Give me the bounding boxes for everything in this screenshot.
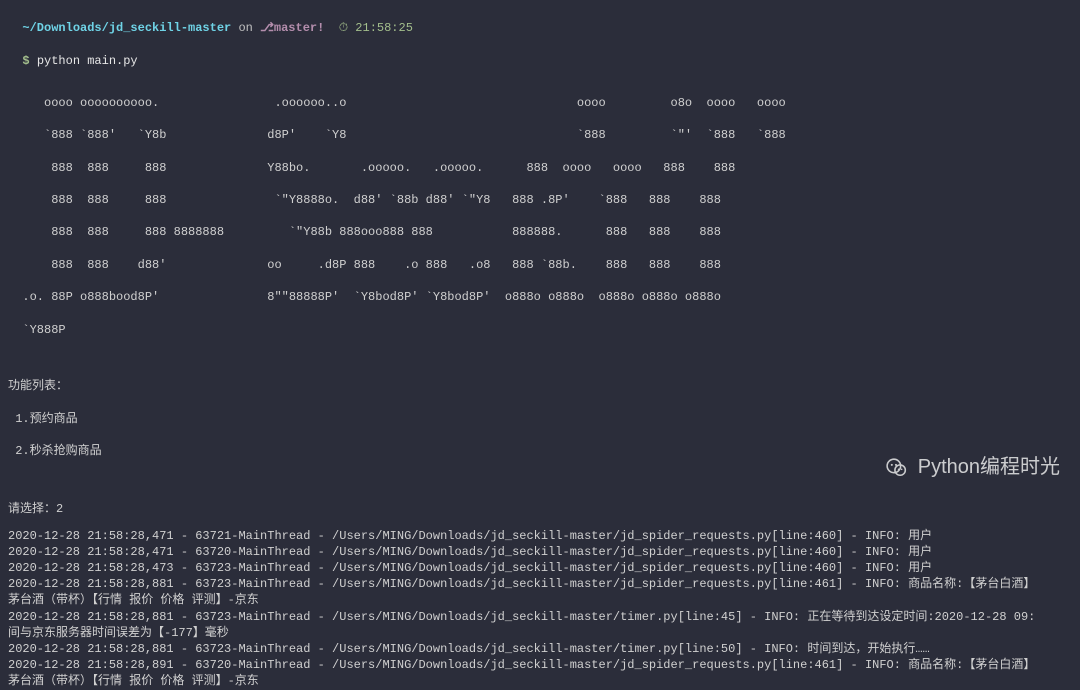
log-line: 2020-12-28 21:58:28,471 - 63720-MainThre… [8, 544, 1072, 560]
menu-item: 2.秒杀抢购商品 [8, 443, 1072, 459]
ascii-line: `888 `888' `Y8b d8P' `Y8 `888 `"' `888 `… [8, 127, 1072, 143]
ascii-line: 888 888 d88' oo .d8P 888 .o 888 .o8 888 … [8, 257, 1072, 273]
ascii-banner: oooo oooooooooo. .oooooo..o oooo o8o ooo… [8, 79, 1072, 354]
log-line: 2020-12-28 21:58:28,891 - 63720-MainThre… [8, 657, 1072, 673]
command-text: python main.py [37, 54, 138, 68]
menu-choice: 2 [56, 502, 63, 516]
branch-icon: ⎇ [260, 21, 274, 35]
log-line: 茅台酒（带杯）【行情 报价 价格 评测】-京东 [8, 592, 1072, 608]
log-line: 2020-12-28 21:58:28,473 - 63723-MainThre… [8, 560, 1072, 576]
menu-title: 功能列表： [8, 378, 1072, 394]
log-line: 间与京东服务器时间误差为【-177】毫秒 [8, 625, 1072, 641]
on-text: on [231, 21, 260, 35]
ascii-line: oooo oooooooooo. .oooooo..o oooo o8o ooo… [8, 95, 1072, 111]
menu-prompt: 请选择： [8, 502, 56, 516]
git-branch: master! [274, 21, 324, 35]
prompt-time: 21:58:25 [355, 21, 413, 35]
ascii-line: 888 888 888 `"Y8888o. d88' `88b d88' `"Y… [8, 192, 1072, 208]
ascii-line: 888 888 888 Y88bo. .ooooo. .ooooo. 888 o… [8, 160, 1072, 176]
ascii-line: `Y888P [8, 322, 1072, 338]
log-output: 2020-12-28 21:58:28,471 - 63721-MainThre… [8, 528, 1072, 690]
clock-icon: ⏱ [339, 21, 348, 35]
function-menu: 功能列表： 1.预约商品 2.秒杀抢购商品 [8, 362, 1072, 475]
log-line: 2020-12-28 21:58:28,881 - 63723-MainThre… [8, 641, 1072, 657]
menu-input-line[interactable]: 请选择：2 [8, 485, 1072, 517]
cwd-path: ~/Downloads/jd_seckill-master [22, 21, 231, 35]
shell-prompt: ~/Downloads/jd_seckill-master on ⎇master… [8, 4, 1072, 36]
log-line: 2020-12-28 21:58:28,881 - 63723-MainThre… [8, 576, 1072, 592]
menu-item: 1.预约商品 [8, 411, 1072, 427]
ascii-line: 888 888 888 8888888 `"Y88b 888ooo888 888… [8, 224, 1072, 240]
prompt-symbol: $ [22, 54, 29, 68]
ascii-line: .o. 88P o888bood8P' 8""88888P' `Y8bod8P'… [8, 289, 1072, 305]
log-line: 茅台酒（带杯）【行情 报价 价格 评测】-京东 [8, 673, 1072, 689]
log-line: 2020-12-28 21:58:28,471 - 63721-MainThre… [8, 528, 1072, 544]
log-line: 2020-12-28 21:58:28,881 - 63723-MainThre… [8, 609, 1072, 625]
command-line[interactable]: $ python main.py [8, 36, 1072, 68]
